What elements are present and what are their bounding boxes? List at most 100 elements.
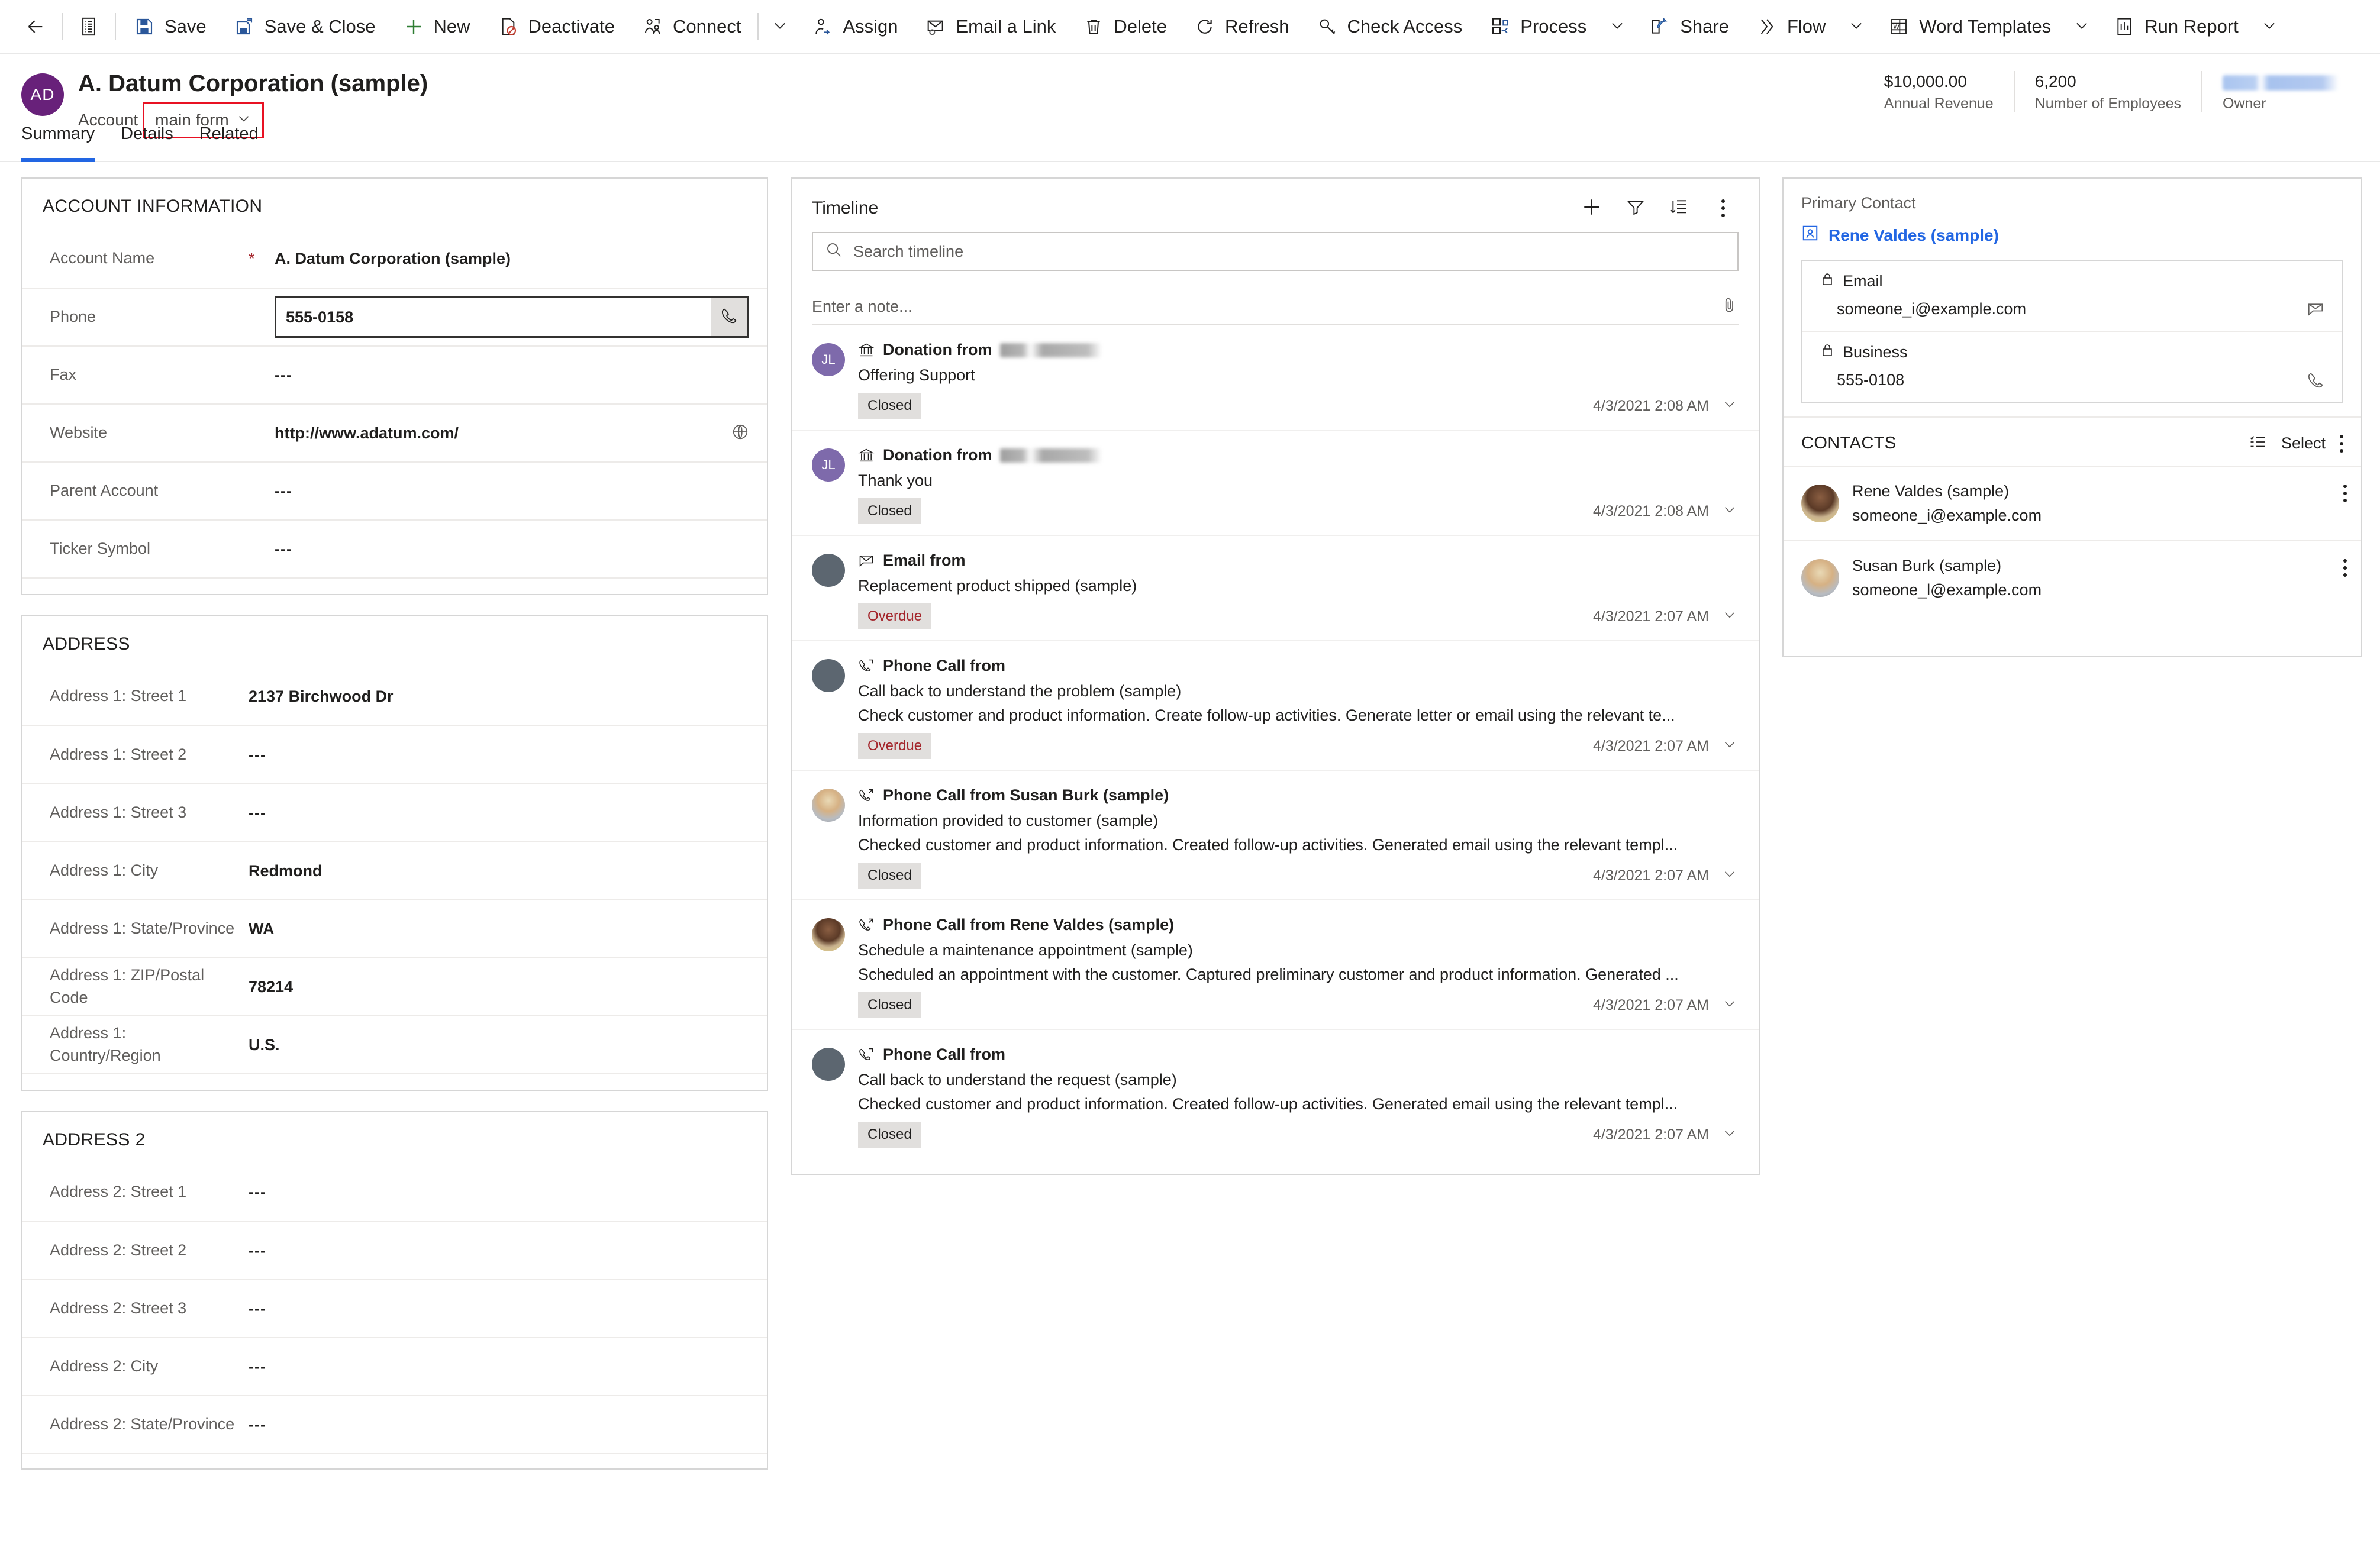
field-value[interactable]: --- <box>249 746 749 764</box>
assign-icon <box>811 15 834 38</box>
field-value[interactable]: --- <box>275 540 749 558</box>
share-button[interactable]: Share <box>1635 0 1742 54</box>
tab-label: Summary <box>21 124 95 143</box>
timeline-more-commands-button[interactable] <box>1710 195 1736 221</box>
field-value[interactable]: WA <box>249 920 749 938</box>
timeline-item[interactable]: Phone Call from Rene Valdes (sample) Sch… <box>792 900 1759 1030</box>
field-value[interactable]: Redmond <box>249 862 749 880</box>
timeline-item[interactable]: Phone Call from Call back to understand … <box>792 641 1759 771</box>
expand-chevron-icon[interactable] <box>1722 996 1737 1015</box>
select-list-icon[interactable] <box>2249 433 2267 454</box>
timeline-item-time-row: 4/3/2021 2:07 AM <box>1593 607 1741 627</box>
save-close-button[interactable]: Save & Close <box>220 0 389 54</box>
field-label: Address 2: Street 3 <box>50 1299 187 1318</box>
back-button[interactable] <box>13 0 58 54</box>
timeline-item[interactable]: JL Donation from Thank you Closed 4/3/20… <box>792 431 1759 536</box>
form-list-button[interactable] <box>66 0 111 54</box>
run-report-button[interactable]: Run Report <box>2100 0 2252 54</box>
sort-icon <box>1670 198 1689 219</box>
expand-chevron-icon[interactable] <box>1722 1125 1737 1145</box>
field-value[interactable]: 78214 <box>249 978 749 996</box>
note-placeholder: Enter a note... <box>812 297 912 315</box>
expand-chevron-icon[interactable] <box>1722 396 1737 416</box>
timeline-item-subject: Information provided to customer (sample… <box>858 812 1159 829</box>
check-access-button[interactable]: Check Access <box>1302 0 1476 54</box>
field-value[interactable]: --- <box>249 1242 749 1260</box>
field-value[interactable]: --- <box>275 366 749 385</box>
timeline-item-time-row: 4/3/2021 2:08 AM <box>1593 396 1741 416</box>
word-templates-button[interactable]: W Word Templates <box>1874 0 2064 54</box>
timeline-list: JL Donation from Offering Support Closed… <box>792 325 1759 1174</box>
field-address1-street3: Address 1: Street 3 --- <box>22 783 767 841</box>
field-value[interactable]: http://www.adatum.com/ <box>275 424 731 443</box>
avatar <box>812 918 845 951</box>
field-value[interactable]: --- <box>249 1183 749 1202</box>
attach-file-button[interactable] <box>1721 296 1739 317</box>
field-value[interactable]: --- <box>249 804 749 822</box>
timeline-item[interactable]: Email from Replacement product shipped (… <box>792 536 1759 641</box>
contacts-end-spacer <box>1784 615 2361 656</box>
search-timeline-input[interactable]: Search timeline <box>812 232 1739 271</box>
flow-button[interactable]: Flow <box>1742 0 1839 54</box>
new-button[interactable]: New <box>389 0 483 54</box>
run-report-caret-button[interactable] <box>2252 0 2287 54</box>
expand-chevron-icon[interactable] <box>1722 502 1737 521</box>
primary-contact-email-row: Email someone_i@example.com <box>1802 261 2342 331</box>
deactivate-button[interactable]: Deactivate <box>483 0 628 54</box>
tab-details[interactable]: Details <box>121 124 183 161</box>
call-phone-button[interactable] <box>711 298 747 336</box>
field-value[interactable]: 2137 Birchwood Dr <box>249 687 749 706</box>
field-value[interactable]: --- <box>249 1300 749 1318</box>
word-templates-caret-button[interactable] <box>2064 0 2100 54</box>
connect-button[interactable]: Connect <box>628 0 754 54</box>
page-title: A. Datum Corporation (sample) <box>78 70 428 96</box>
expand-chevron-icon[interactable] <box>1722 607 1737 627</box>
contacts-more-icon[interactable] <box>2340 434 2343 453</box>
contact-list-item[interactable]: Susan Burk (sample) someone_l@example.co… <box>1784 540 2361 615</box>
filter-timeline-button[interactable] <box>1623 195 1649 221</box>
timeline-item[interactable]: Phone Call from Call back to understand … <box>792 1030 1759 1158</box>
call-business-button[interactable] <box>2307 372 2324 389</box>
email-link-button[interactable]: Email a Link <box>911 0 1069 54</box>
select-button[interactable]: Select <box>2281 434 2326 453</box>
timeline-item[interactable]: Phone Call from Susan Burk (sample) Info… <box>792 771 1759 900</box>
tab-related[interactable]: Related <box>199 124 268 161</box>
expand-chevron-icon[interactable] <box>1722 737 1737 756</box>
connect-caret-button[interactable] <box>762 0 798 54</box>
contacts-header: CONTACTS Select <box>1784 416 2361 466</box>
note-input-row[interactable]: Enter a note... <box>812 289 1739 325</box>
timeline-item-header: Phone Call from <box>883 657 1006 674</box>
field-value[interactable]: --- <box>249 1358 749 1376</box>
sort-timeline-button[interactable] <box>1666 195 1692 221</box>
plus-icon <box>1582 197 1602 220</box>
expand-chevron-icon[interactable] <box>1722 866 1737 886</box>
contact-list-item[interactable]: Rene Valdes (sample) someone_i@example.c… <box>1784 466 2361 540</box>
flow-icon <box>1755 15 1779 38</box>
stat-owner: Owner <box>2201 71 2359 112</box>
flow-caret-button[interactable] <box>1839 0 1874 54</box>
field-value[interactable]: A. Datum Corporation (sample) <box>275 250 749 268</box>
phone-input[interactable]: 555-0158 <box>276 298 711 336</box>
delete-button[interactable]: Delete <box>1069 0 1180 54</box>
create-timeline-record-button[interactable] <box>1579 195 1605 221</box>
send-email-button[interactable] <box>2307 301 2324 318</box>
assign-button[interactable]: Assign <box>798 0 911 54</box>
field-value[interactable]: --- <box>275 482 749 500</box>
contact-more-icon[interactable] <box>2343 482 2347 502</box>
timeline-item[interactable]: JL Donation from Offering Support Closed… <box>792 325 1759 431</box>
globe-icon <box>731 423 749 444</box>
open-website-button[interactable] <box>731 423 749 444</box>
process-caret-button[interactable] <box>1599 0 1635 54</box>
section-end-spacer <box>22 577 767 594</box>
refresh-button[interactable]: Refresh <box>1180 0 1302 54</box>
field-address2-state: Address 2: State/Province --- <box>22 1395 767 1453</box>
primary-contact-link[interactable]: Rene Valdes (sample) <box>1801 224 2343 246</box>
save-button[interactable]: Save <box>120 0 220 54</box>
tab-summary[interactable]: Summary <box>21 124 104 162</box>
field-value[interactable]: --- <box>249 1416 749 1434</box>
lock-icon <box>1820 272 1834 290</box>
field-value[interactable]: U.S. <box>249 1036 749 1054</box>
tab-label: Details <box>121 124 173 143</box>
process-button[interactable]: Process <box>1475 0 1599 54</box>
contact-more-icon[interactable] <box>2343 557 2347 577</box>
